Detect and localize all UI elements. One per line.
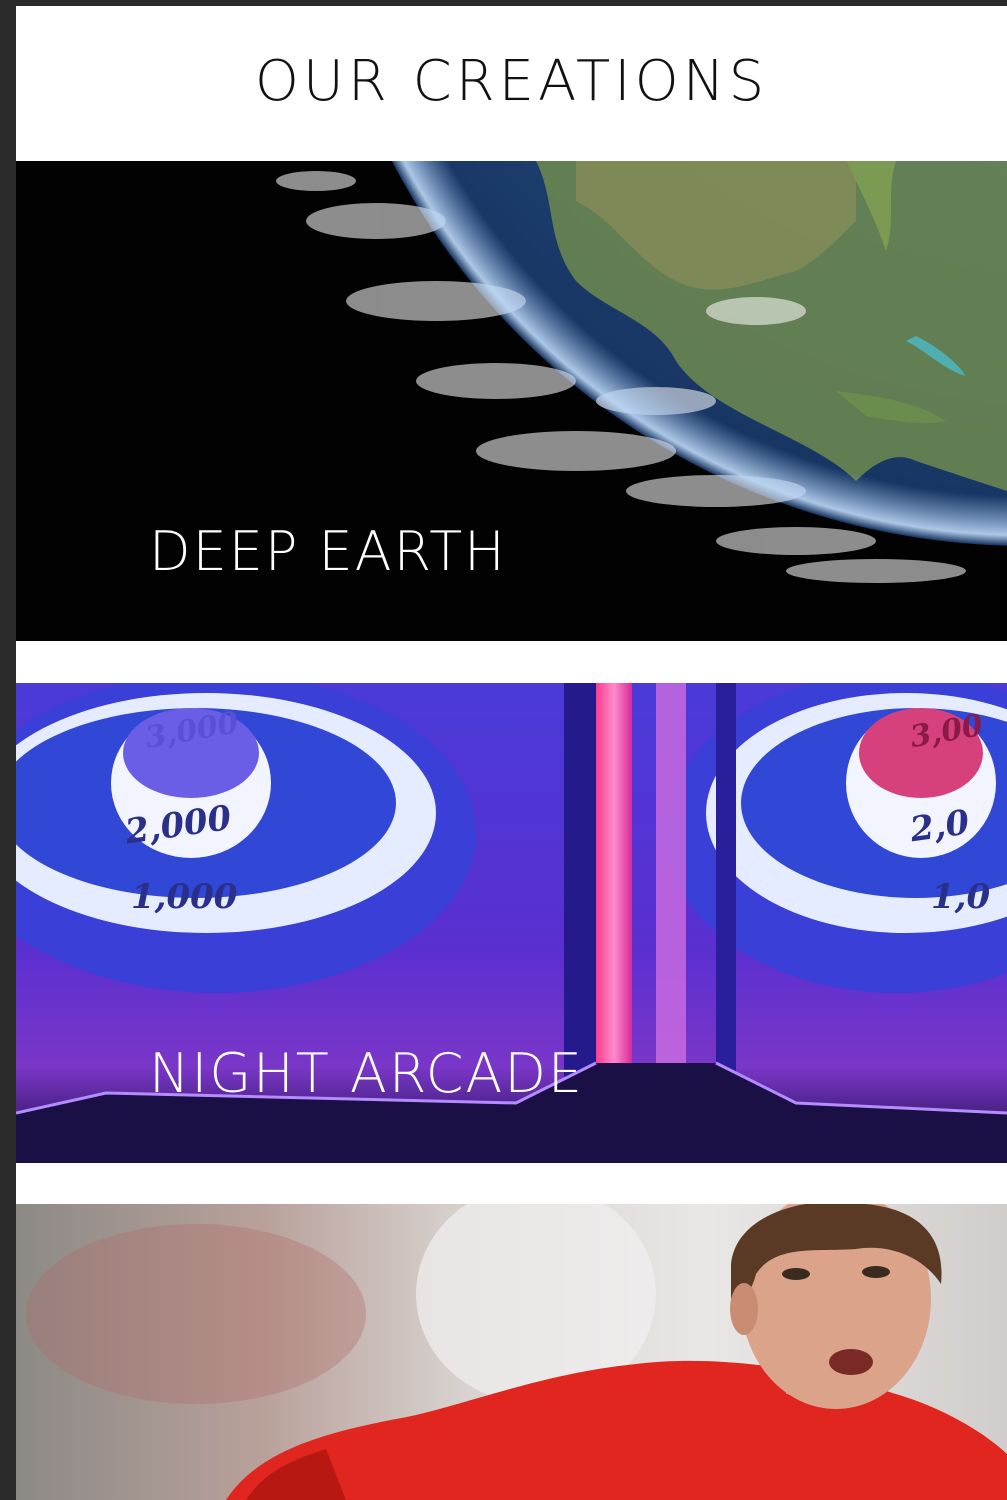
bowl-text-1000-right: 1,0 [931, 877, 990, 917]
card-label-night-arcade[interactable]: NIGHT ARCADE [149, 1044, 584, 1104]
soccer-player-image [16, 1204, 1007, 1500]
bowl-text-1000-left: 1,000 [131, 877, 238, 917]
page-title: OUR CREATIONS [254, 49, 769, 114]
card-label-deep-earth[interactable]: DEEP EARTH [149, 522, 507, 582]
creation-card-deep-earth[interactable]: DEEP EARTH [16, 161, 1007, 641]
content-frame: OUR CREATIONS DEEP EARTH 3,000 2,000 1,0… [16, 6, 1007, 1500]
creation-card-soccer[interactable] [16, 1204, 1007, 1500]
creation-card-night-arcade[interactable]: 3,000 2,000 1,000 3,00 2,0 1,0 NIGHT ARC… [16, 683, 1007, 1163]
bowl-text-2000-right: 2,0 [907, 802, 972, 850]
header: OUR CREATIONS [16, 6, 1007, 161]
